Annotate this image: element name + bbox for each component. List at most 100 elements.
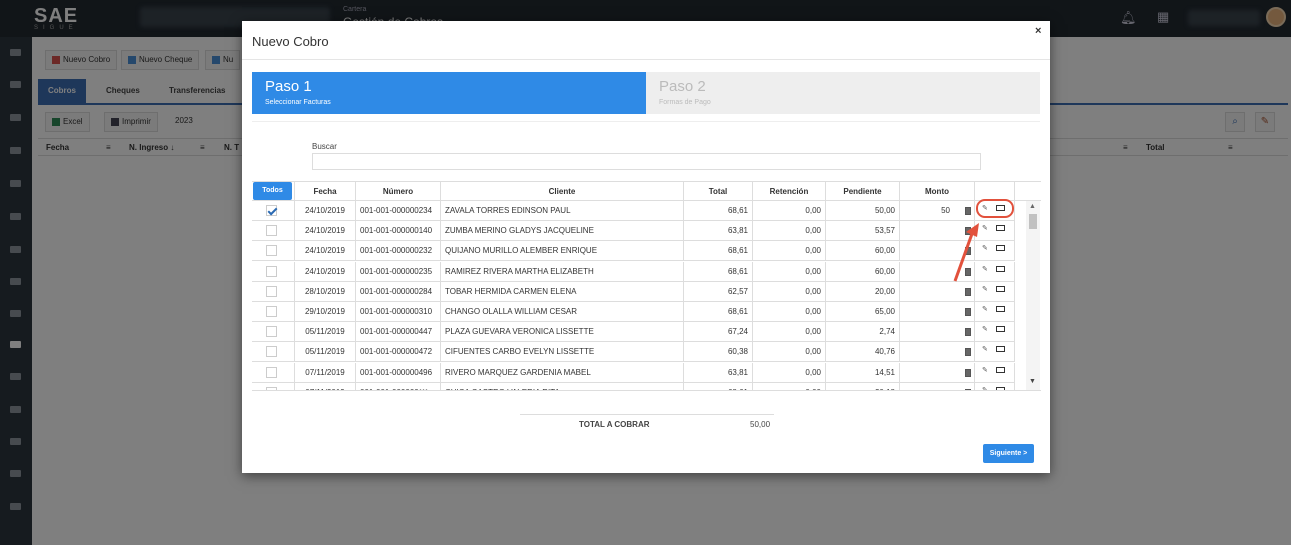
cell-numero: 001-001-000000447 (356, 322, 441, 343)
row-checkbox[interactable] (266, 306, 277, 317)
monto-input[interactable]: 50 (941, 206, 950, 215)
cell-monto[interactable]: 50 (900, 201, 975, 221)
step-1[interactable]: Paso 1 Seleccionar Facturas (252, 72, 646, 114)
table-row[interactable]: 28/10/2019 001-001-000000284 TOBAR HERMIDA… (252, 281, 1015, 302)
header-retencion[interactable]: Retención (753, 182, 826, 201)
link-icon[interactable]: ✎ (982, 385, 988, 390)
row-checkbox[interactable] (266, 205, 277, 216)
actions-cell: ✎ (975, 302, 1015, 322)
cell-monto[interactable] (900, 322, 975, 343)
scroll-thumb[interactable] (1029, 214, 1037, 229)
link-icon[interactable]: ✎ (982, 264, 988, 276)
card-icon[interactable] (996, 366, 1005, 373)
table-row[interactable]: 24/10/2019 001-001-000000235 RAMIREZ RIVER… (252, 261, 1015, 282)
row-checkbox[interactable] (266, 245, 277, 257)
link-icon[interactable]: ✎ (982, 344, 988, 356)
search-input[interactable] (312, 153, 981, 170)
row-checkbox[interactable] (266, 326, 277, 338)
row-action-buttons[interactable]: ✎ (979, 284, 1011, 296)
calculator-icon[interactable] (965, 348, 971, 357)
row-action-buttons[interactable]: ✎ (979, 324, 1011, 336)
calculator-icon[interactable] (965, 207, 971, 215)
row-action-buttons[interactable]: ✎ (979, 264, 1011, 276)
calculator-icon[interactable] (965, 328, 971, 337)
link-icon[interactable]: ✎ (982, 243, 988, 255)
row-checkbox[interactable] (266, 386, 277, 390)
header-fecha[interactable]: Fecha (295, 182, 356, 201)
row-checkbox[interactable] (266, 346, 277, 358)
cell-fecha: 07/11/2019 (295, 382, 356, 390)
calculator-icon[interactable] (965, 388, 971, 390)
total-value: 50,00 (750, 420, 771, 429)
cell-total: 62,57 (684, 281, 753, 302)
row-checkbox[interactable] (266, 285, 277, 297)
table-row[interactable]: 24/10/2019 001-001-000000140 ZUMBA MERINO … (252, 221, 1015, 242)
table-row[interactable]: 29/10/2019 001-001-000000310 CHANGO OLALLA… (252, 302, 1015, 322)
annotation-arrow (953, 223, 979, 282)
cell-fecha: 05/11/2019 (295, 322, 356, 343)
calculator-icon[interactable] (965, 368, 971, 377)
link-icon[interactable]: ✎ (982, 324, 988, 336)
card-icon[interactable] (996, 346, 1005, 353)
table-scrollbar[interactable]: ▲ ▼ (1026, 201, 1040, 390)
card-icon[interactable] (996, 285, 1005, 292)
row-checkbox[interactable] (266, 265, 277, 277)
table-row[interactable]: 05/11/2019 001-001-000000472 CIFUENTES CAR… (252, 342, 1015, 363)
cell-numero: 001-001-000000284 (356, 281, 441, 302)
table-row[interactable]: 07/11/2019001-001-000000***CHICA CASTRO … (252, 382, 1015, 390)
actions-cell: ✎ (975, 362, 1015, 383)
header-numero[interactable]: Número (356, 182, 441, 201)
calculator-icon[interactable] (965, 287, 971, 296)
cell-numero: 001-001-000000*** (356, 382, 441, 390)
header-total[interactable]: Total (684, 182, 753, 201)
cell-retencion: 0,00 (753, 302, 826, 322)
step-1-title: Paso 1 (265, 78, 312, 95)
next-button[interactable]: Siguiente > (983, 444, 1034, 463)
card-icon[interactable] (996, 245, 1005, 252)
cell-monto[interactable] (900, 362, 975, 383)
row-action-buttons[interactable]: ✎ (979, 223, 1011, 235)
scroll-down-arrow-icon[interactable]: ▼ (1029, 378, 1036, 385)
row-checkbox[interactable] (266, 225, 277, 237)
table-row[interactable]: 24/10/2019 001-001-000000234 ZAVALA TORRES… (252, 201, 1015, 221)
row-action-buttons[interactable]: ✎ (979, 304, 1011, 316)
step-2-title: Paso 2 (659, 78, 706, 95)
calculator-icon[interactable] (965, 308, 971, 316)
cell-monto[interactable] (900, 342, 975, 363)
cell-cliente: RIVERO MARQUEZ GARDENIA MABEL (441, 362, 684, 383)
steps-divider (252, 121, 1040, 122)
link-icon[interactable]: ✎ (982, 304, 988, 316)
link-icon[interactable]: ✎ (982, 284, 988, 296)
row-checkbox[interactable] (266, 366, 277, 378)
card-icon[interactable] (996, 225, 1005, 232)
cell-retencion: 0,00 (753, 241, 826, 262)
select-all-button[interactable]: Todos (253, 182, 292, 200)
card-icon[interactable] (996, 386, 1005, 390)
header-pendiente[interactable]: Pendiente (826, 182, 900, 201)
step-2[interactable]: Paso 2 Formas de Pago (646, 72, 1040, 114)
cell-fecha: 24/10/2019 (295, 221, 356, 242)
close-icon[interactable]: × (1035, 25, 1041, 37)
cell-cliente: PLAZA GUEVARA VERONICA LISSETTE (441, 322, 684, 343)
cell-monto[interactable] (900, 302, 975, 322)
card-icon[interactable] (996, 306, 1005, 312)
card-icon[interactable] (996, 326, 1005, 333)
cell-retencion: 0,00 (753, 382, 826, 390)
link-icon[interactable]: ✎ (982, 223, 988, 235)
row-action-buttons[interactable]: ✎ (979, 365, 1011, 377)
table-row[interactable]: 07/11/2019 001-001-000000496 RIVERO MARQUE… (252, 362, 1015, 383)
row-action-buttons[interactable]: ✎ (979, 385, 1011, 390)
cell-monto[interactable] (900, 382, 975, 390)
header-cliente[interactable]: Cliente (441, 182, 684, 201)
cell-pendiente: 65,00 (826, 302, 900, 322)
header-monto[interactable]: Monto (900, 182, 975, 201)
checkbox-cell (252, 302, 295, 322)
scroll-up-arrow-icon[interactable]: ▲ (1029, 203, 1036, 210)
search-label: Buscar (312, 142, 337, 151)
link-icon[interactable]: ✎ (982, 365, 988, 377)
row-action-buttons[interactable]: ✎ (979, 243, 1011, 255)
table-row[interactable]: 05/11/2019 001-001-000000447 PLAZA GUEVARA… (252, 322, 1015, 343)
table-row[interactable]: 24/10/2019 001-001-000000232 QUIJANO MURIL… (252, 241, 1015, 262)
card-icon[interactable] (996, 265, 1005, 272)
row-action-buttons[interactable]: ✎ (979, 344, 1011, 356)
